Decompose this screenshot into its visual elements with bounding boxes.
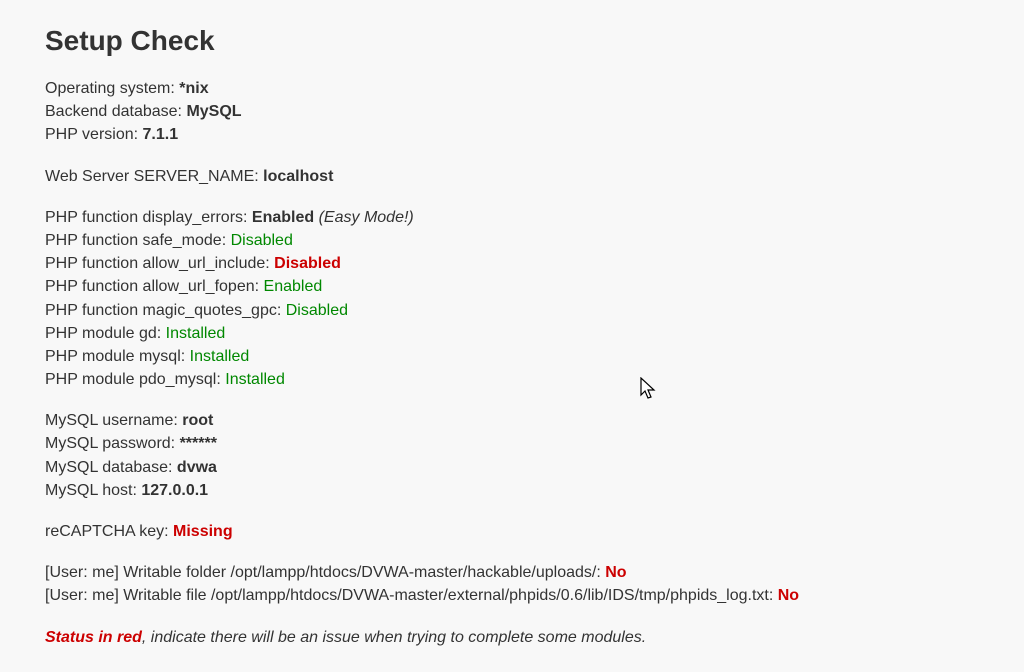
servername-label: Web Server SERVER_NAME: bbox=[45, 168, 263, 185]
recaptcha-block: reCAPTCHA key: Missing bbox=[45, 520, 979, 543]
pdo-label: PHP module pdo_mysql: bbox=[45, 371, 225, 388]
mysql-pass-label: MySQL password: bbox=[45, 435, 180, 452]
display-errors-label: PHP function display_errors: bbox=[45, 209, 252, 226]
display-errors-value: Enabled bbox=[252, 209, 314, 226]
page-title: Setup Check bbox=[45, 25, 979, 57]
os-value: *nix bbox=[179, 80, 208, 97]
mysql-block: MySQL username: root MySQL password: ***… bbox=[45, 409, 979, 502]
safe-mode-value: Disabled bbox=[231, 232, 293, 249]
writable-folder-value: No bbox=[605, 564, 626, 581]
pdo-value: Installed bbox=[225, 371, 285, 388]
magic-quotes-label: PHP function magic_quotes_gpc: bbox=[45, 302, 286, 319]
gd-label: PHP module gd: bbox=[45, 325, 166, 342]
writable-block: [User: me] Writable folder /opt/lampp/ht… bbox=[45, 561, 979, 607]
servername-value: localhost bbox=[263, 168, 333, 185]
allow-url-fopen-label: PHP function allow_url_fopen: bbox=[45, 278, 264, 295]
phpver-label: PHP version: bbox=[45, 126, 143, 143]
db-value: MySQL bbox=[186, 103, 241, 120]
system-info-block: Operating system: *nix Backend database:… bbox=[45, 77, 979, 147]
safe-mode-label: PHP function safe_mode: bbox=[45, 232, 231, 249]
mysql-db-label: MySQL database: bbox=[45, 459, 177, 476]
allow-url-include-label: PHP function allow_url_include: bbox=[45, 255, 274, 272]
recaptcha-label: reCAPTCHA key: bbox=[45, 523, 173, 540]
allow-url-include-value: Disabled bbox=[274, 255, 341, 272]
mysql-db-value: dvwa bbox=[177, 459, 217, 476]
mysql-host-label: MySQL host: bbox=[45, 482, 141, 499]
mysql-pass-value: ****** bbox=[180, 435, 217, 452]
mysql-mod-value: Installed bbox=[190, 348, 250, 365]
phpver-value: 7.1.1 bbox=[143, 126, 179, 143]
magic-quotes-value: Disabled bbox=[286, 302, 348, 319]
mysql-user-label: MySQL username: bbox=[45, 412, 182, 429]
writable-file-label: [User: me] Writable file /opt/lampp/htdo… bbox=[45, 587, 778, 604]
display-errors-note: (Easy Mode!) bbox=[314, 209, 414, 226]
status-prefix: Status in red bbox=[45, 629, 142, 646]
mysql-user-value: root bbox=[182, 412, 213, 429]
mysql-host-value: 127.0.0.1 bbox=[141, 482, 208, 499]
recaptcha-value: Missing bbox=[173, 523, 233, 540]
writable-folder-label: [User: me] Writable folder /opt/lampp/ht… bbox=[45, 564, 605, 581]
server-block: Web Server SERVER_NAME: localhost bbox=[45, 165, 979, 188]
os-label: Operating system: bbox=[45, 80, 179, 97]
status-rest: , indicate there will be an issue when t… bbox=[142, 629, 646, 646]
allow-url-fopen-value: Enabled bbox=[264, 278, 323, 295]
status-note: Status in red, indicate there will be an… bbox=[45, 626, 979, 649]
php-functions-block: PHP function display_errors: Enabled (Ea… bbox=[45, 206, 979, 392]
writable-file-value: No bbox=[778, 587, 799, 604]
db-label: Backend database: bbox=[45, 103, 186, 120]
gd-value: Installed bbox=[166, 325, 226, 342]
mysql-mod-label: PHP module mysql: bbox=[45, 348, 190, 365]
